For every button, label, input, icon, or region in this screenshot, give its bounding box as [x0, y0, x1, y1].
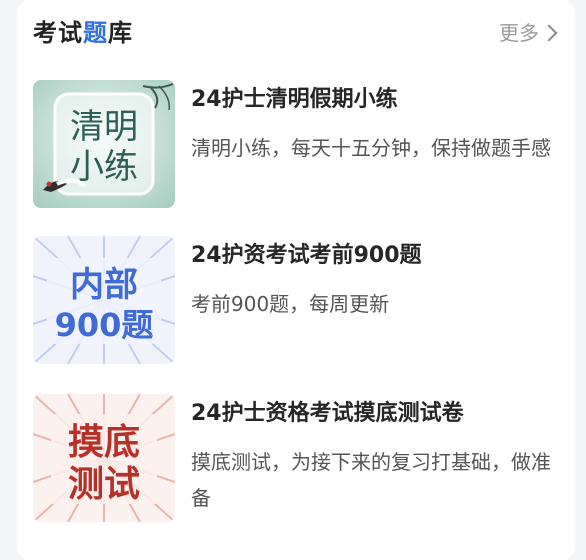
title-highlight: 题 [83, 19, 108, 47]
item-desc: 考前900题，每周更新 [191, 292, 390, 316]
item-info: 24护士清明假期小练 清明小练，每天十五分钟，保持做题手感 [191, 80, 559, 166]
thumbnail-900: 内部 900题 [33, 236, 175, 364]
title-part2: 库 [108, 19, 133, 47]
exam-item-900[interactable]: 内部 900题 24护资考试考前900题 考前900题，每周更新 [33, 236, 559, 364]
chevron-right-icon [540, 24, 558, 42]
thumbnail-modi: 摸底 测试 [33, 394, 175, 522]
thumbnail-qingming: 清明 小练 [33, 80, 175, 208]
thumb1-line1: 清明 [70, 107, 138, 147]
item-title: 24护士资格考试摸底测试卷 [191, 401, 464, 426]
section-title: 考试题库 [33, 16, 133, 50]
exam-item-modi[interactable]: 摸底 测试 24护士资格考试摸底测试卷 摸底测试，为接下来的复习打基础，做准备 [33, 394, 559, 522]
title-part1: 考试 [33, 19, 83, 47]
thumbnail-qingming-art: 清明 小练 [33, 80, 175, 208]
thumbnail-modi-art: 摸底 测试 [33, 394, 175, 522]
thumb3-line1: 摸底 [68, 422, 140, 463]
exam-item-qingming[interactable]: 清明 小练 24护士清明假期小练 清明小练，每天十五分钟，保持做题手感 [33, 80, 559, 208]
question-bank-card: 考试题库 更多 清明 小练 24护士清明假期小练 清明小练，每天十五分钟，保持做… [17, 0, 575, 560]
item-title: 24护士清明假期小练 [191, 87, 398, 112]
item-info: 24护士资格考试摸底测试卷 摸底测试，为接下来的复习打基础，做准备 [191, 394, 559, 516]
thumb2-line2: 900题 [55, 306, 154, 344]
thumb2-line1: 内部 [70, 265, 138, 305]
more-label: 更多 [499, 21, 539, 45]
card-header: 考试题库 更多 [33, 16, 559, 50]
item-title: 24护资考试考前900题 [191, 243, 422, 268]
thumb3-line2: 测试 [68, 464, 140, 505]
item-desc: 清明小练，每天十五分钟，保持做题手感 [191, 136, 551, 160]
more-link[interactable]: 更多 [499, 16, 559, 50]
item-info: 24护资考试考前900题 考前900题，每周更新 [191, 236, 559, 322]
thumbnail-900-art: 内部 900题 [33, 236, 175, 364]
item-desc: 摸底测试，为接下来的复习打基础，做准备 [191, 450, 551, 510]
